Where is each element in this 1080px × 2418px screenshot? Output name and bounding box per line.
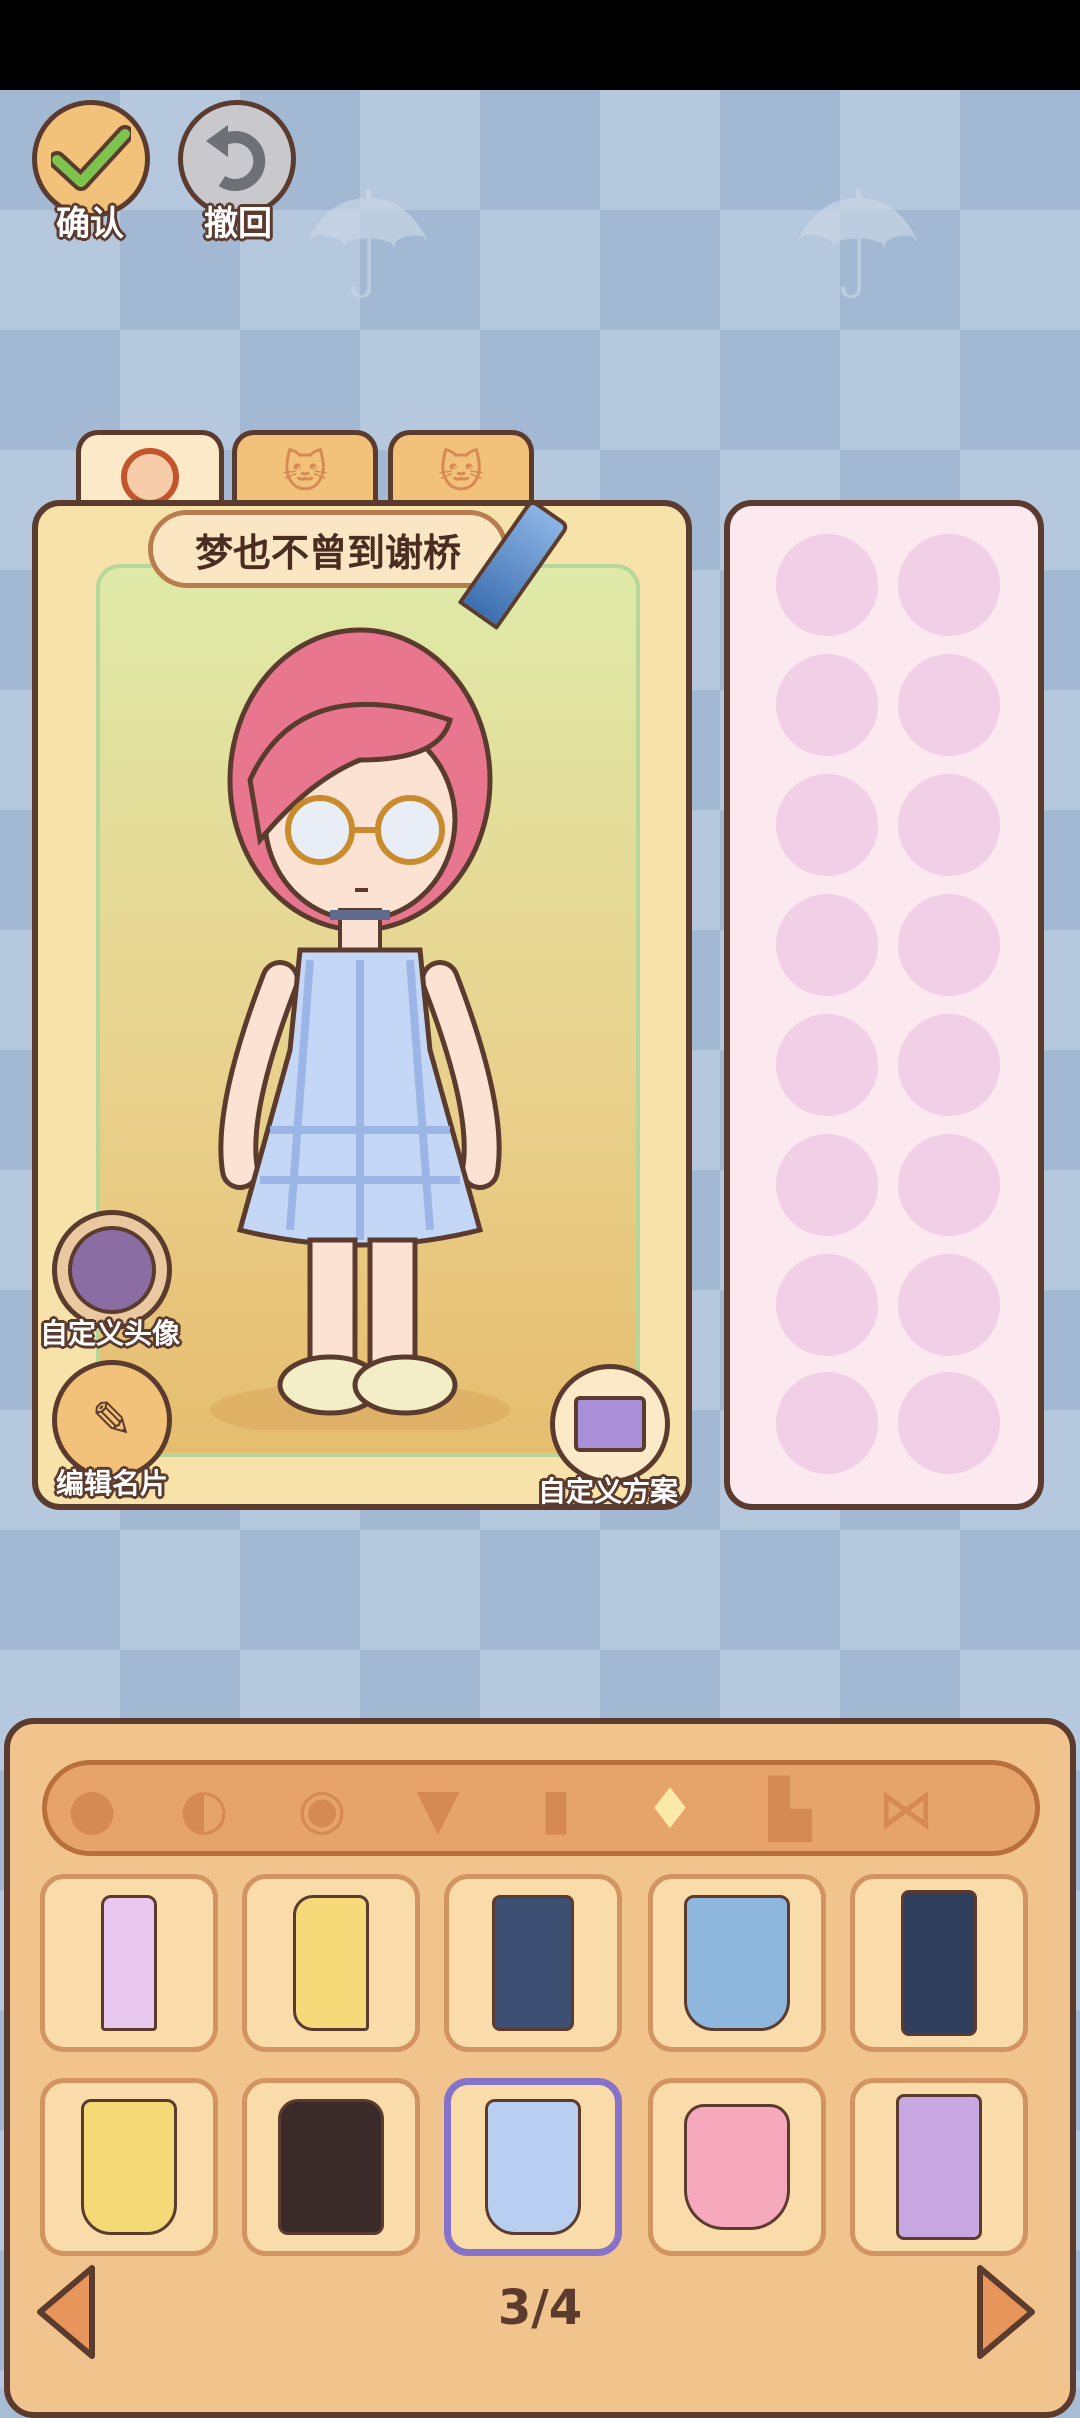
slot[interactable] bbox=[776, 1134, 878, 1236]
custom-scheme-label: 自定义方案 bbox=[538, 1475, 679, 1508]
item-denim-dress[interactable] bbox=[648, 1874, 826, 2052]
slot[interactable] bbox=[776, 1372, 878, 1474]
item-yellow-gown[interactable] bbox=[242, 1874, 420, 2052]
item-overall-pants[interactable] bbox=[850, 1874, 1028, 2052]
item-purple-qipao[interactable] bbox=[40, 1874, 218, 2052]
item-pink-dress[interactable] bbox=[648, 2078, 826, 2256]
item-black-dress[interactable] bbox=[242, 2078, 420, 2256]
tab-pet-1[interactable]: 🐱 bbox=[232, 430, 378, 510]
category-coat[interactable]: ▮ bbox=[516, 1774, 596, 1844]
edit-card-label: 编辑名片 bbox=[56, 1467, 169, 1500]
slot[interactable] bbox=[898, 894, 1000, 996]
coat-icon: ▮ bbox=[540, 1776, 572, 1842]
hair-icon: ◐ bbox=[179, 1776, 229, 1842]
slot[interactable] bbox=[776, 1014, 878, 1116]
umbrella-decor-icon: ☂ bbox=[300, 160, 435, 334]
item-lavender-robe[interactable] bbox=[850, 2078, 1028, 2256]
umbrella-decor-icon: ☂ bbox=[790, 160, 925, 334]
confirm-label: 确认 bbox=[56, 204, 124, 244]
eye-icon: ◉ bbox=[297, 1776, 347, 1842]
pants-icon bbox=[901, 1890, 977, 2036]
slot[interactable] bbox=[898, 1014, 1000, 1116]
bow-icon: ⋈ bbox=[878, 1776, 934, 1842]
accessory-slot-panel bbox=[724, 500, 1044, 1510]
item-yellow-gingham-dress[interactable] bbox=[40, 2078, 218, 2256]
status-bar bbox=[0, 0, 1080, 90]
dress-icon bbox=[485, 2099, 581, 2235]
category-face[interactable]: ● bbox=[52, 1774, 132, 1844]
item-navy-overalls[interactable] bbox=[444, 1874, 622, 2052]
category-accessory[interactable]: ⋈ bbox=[866, 1774, 946, 1844]
dress-icon bbox=[293, 1895, 369, 2031]
character-figure bbox=[210, 627, 510, 1430]
category-top[interactable]: ▼ bbox=[398, 1774, 478, 1844]
slot[interactable] bbox=[898, 1134, 1000, 1236]
outfit-icon: ♦ bbox=[644, 1776, 696, 1842]
undo-label: 撤回 bbox=[204, 204, 272, 244]
shoe-icon: ▙ bbox=[768, 1776, 812, 1842]
top-icon: ▼ bbox=[416, 1776, 460, 1842]
custom-scheme-button[interactable] bbox=[550, 1364, 670, 1484]
category-outfit[interactable]: ♦ bbox=[630, 1774, 710, 1844]
category-shoes[interactable]: ▙ bbox=[750, 1774, 830, 1844]
slot[interactable] bbox=[776, 534, 878, 636]
slot[interactable] bbox=[776, 894, 878, 996]
character-name-text: 梦也不曾到谢桥 bbox=[194, 530, 461, 575]
character-name[interactable]: 梦也不曾到谢桥 bbox=[148, 510, 508, 588]
next-page-button[interactable] bbox=[974, 2262, 1038, 2362]
pencil-card-icon: ✎ bbox=[91, 1391, 133, 1449]
category-eyes[interactable]: ◉ bbox=[282, 1774, 362, 1844]
outfit-cards-icon bbox=[574, 1396, 646, 1452]
slot[interactable] bbox=[898, 654, 1000, 756]
prev-page-button[interactable] bbox=[34, 2262, 98, 2362]
category-hair[interactable]: ◐ bbox=[164, 1774, 244, 1844]
dress-icon bbox=[684, 1895, 790, 2031]
check-icon bbox=[51, 125, 131, 191]
cat-face-outline-icon: 🐱 bbox=[438, 447, 484, 498]
dress-icon bbox=[684, 2104, 790, 2230]
face-icon: ● bbox=[67, 1776, 117, 1842]
avatar-icon bbox=[68, 1226, 156, 1314]
dress-icon bbox=[101, 1895, 157, 2031]
slot[interactable] bbox=[776, 1254, 878, 1356]
dress-icon bbox=[81, 2099, 177, 2235]
dress-icon bbox=[278, 2099, 384, 2235]
robe-icon bbox=[896, 2094, 982, 2240]
girl-face-icon bbox=[121, 447, 179, 506]
overalls-icon bbox=[492, 1895, 574, 2031]
cat-face-icon: 🐱 bbox=[282, 447, 328, 498]
slot[interactable] bbox=[898, 534, 1000, 636]
slot[interactable] bbox=[776, 654, 878, 756]
slot[interactable] bbox=[898, 774, 1000, 876]
custom-avatar-label: 自定义头像 bbox=[40, 1317, 181, 1350]
tab-pet-2[interactable]: 🐱 bbox=[388, 430, 534, 510]
page-indicator: 3/4 bbox=[497, 2280, 583, 2336]
slot[interactable] bbox=[898, 1372, 1000, 1474]
slot[interactable] bbox=[776, 774, 878, 876]
item-blue-gingham-dress[interactable] bbox=[444, 2078, 622, 2256]
slot[interactable] bbox=[898, 1254, 1000, 1356]
undo-icon bbox=[206, 125, 266, 191]
